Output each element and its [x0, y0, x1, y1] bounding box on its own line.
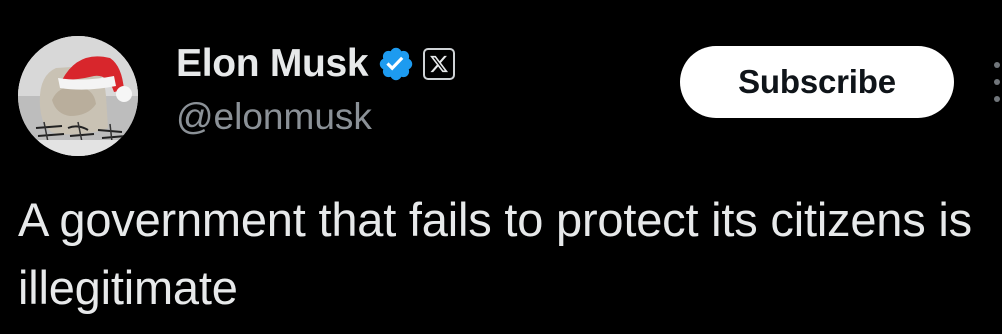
x-logo-icon — [423, 48, 456, 80]
tweet: Elon Musk @elonmusk Subscribe A governme… — [0, 0, 1002, 334]
author-name-row: Elon Musk — [176, 40, 456, 88]
verified-badge-icon[interactable] — [377, 45, 415, 83]
tweet-text: A government that fails to protect its c… — [18, 193, 972, 314]
avatar-image — [18, 36, 138, 156]
more-dots-icon[interactable] — [990, 62, 1002, 102]
author-handle[interactable]: @elonmusk — [176, 96, 372, 138]
subscribe-button[interactable]: Subscribe — [680, 46, 954, 118]
avatar[interactable] — [18, 36, 138, 156]
author-display-name[interactable]: Elon Musk — [176, 42, 369, 86]
